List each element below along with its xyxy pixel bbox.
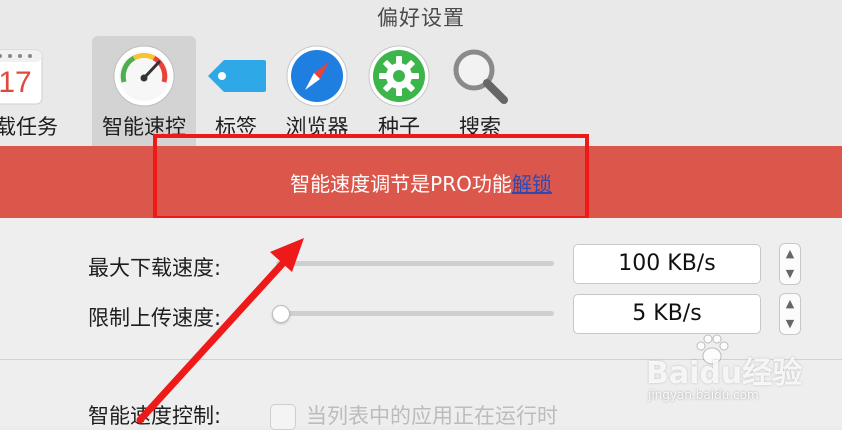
annotation-arrow (136, 238, 304, 424)
